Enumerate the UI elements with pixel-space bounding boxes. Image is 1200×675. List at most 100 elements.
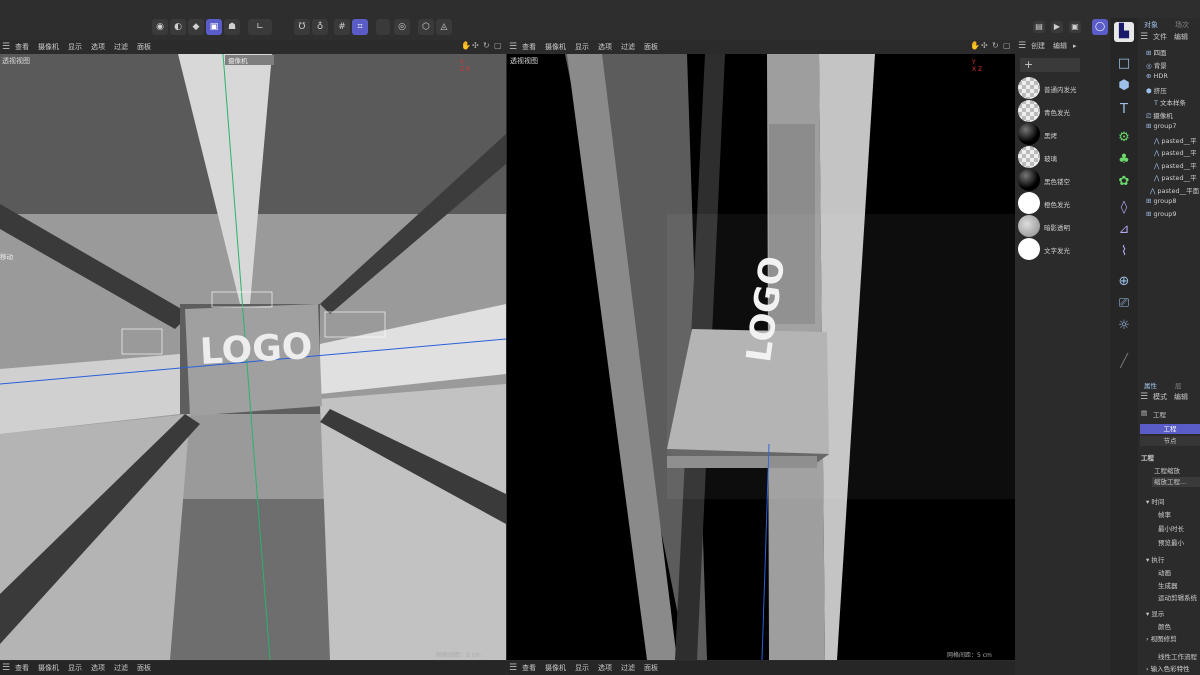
object-tree-item[interactable]: ⬢ 挤压	[1146, 85, 1167, 96]
hand-icon[interactable]: ✋	[461, 40, 471, 50]
material-item[interactable]: 橙色发光	[1018, 192, 1108, 214]
camera-icon[interactable]: ⎚	[1114, 294, 1134, 314]
menu-camera[interactable]: 摄像机	[545, 42, 566, 52]
menu-icon[interactable]: ☰	[2, 42, 12, 52]
menu-icon[interactable]: ☰	[1018, 41, 1028, 51]
menu-filter[interactable]: 过滤	[114, 42, 128, 52]
menu-edit[interactable]: 编辑	[1174, 392, 1188, 402]
time-section[interactable]: ▾ 时间	[1146, 496, 1164, 506]
object-tree-item[interactable]: ◎ 背景	[1146, 60, 1167, 71]
object-tree-item[interactable]: ⋀ pasted__平面	[1150, 185, 1199, 196]
object-tree-item[interactable]: ⋀ pasted__平	[1154, 160, 1197, 171]
bend-icon[interactable]: ⊿	[1114, 220, 1134, 240]
model-mode-icon[interactable]: ☗	[224, 19, 240, 35]
deformer-icon[interactable]: ◊	[1114, 198, 1134, 218]
rotate-icon[interactable]: ↻	[483, 40, 491, 50]
material-item[interactable]: 青色发光	[1018, 100, 1108, 122]
render-icon[interactable]: ▶	[1051, 21, 1063, 33]
execute-section[interactable]: ▾ 执行	[1146, 554, 1164, 564]
rotate-icon[interactable]: ↻	[992, 40, 1000, 50]
object-tree-item[interactable]: ⊞ 四面	[1146, 47, 1167, 58]
menu-camera[interactable]: 摄像机	[38, 663, 59, 673]
input-color-row[interactable]: › 输入色彩特性	[1146, 663, 1190, 673]
axis-icon[interactable]: ∟	[248, 19, 272, 35]
object-tree-item[interactable]: ⋀ pasted__平	[1154, 135, 1197, 146]
object-tree-item[interactable]: ⊞ group8	[1146, 197, 1177, 208]
menu-icon[interactable]: ☰	[509, 42, 519, 52]
effector-icon[interactable]: ✿	[1114, 172, 1134, 192]
pen-icon[interactable]: ╱	[1114, 352, 1134, 372]
cursor-icon[interactable]: ▙	[1114, 22, 1134, 42]
menu-display[interactable]: 显示	[68, 42, 82, 52]
object-mode-icon[interactable]: ▣	[206, 19, 222, 35]
menu-display[interactable]: 显示	[68, 663, 82, 673]
left-perspective-viewport[interactable]: 透视视图 摄像机 移动 LOGO YZ X 网格间距：5 cm	[0, 54, 506, 660]
tab-objects[interactable]: 对象	[1144, 20, 1158, 30]
globe-icon[interactable]: ⊕	[1114, 272, 1134, 292]
menu-icon[interactable]: ☰	[2, 663, 12, 673]
menu-panel[interactable]: 面板	[137, 663, 151, 673]
hex-icon[interactable]: ⬡	[418, 19, 434, 35]
menu-panel[interactable]: 面板	[137, 42, 151, 52]
text-icon[interactable]: T	[1114, 100, 1134, 120]
object-tree-item[interactable]: ⊕ HDR	[1146, 72, 1168, 83]
menu-edit[interactable]: 编辑	[1053, 41, 1067, 51]
menu-icon[interactable]: ☰	[1140, 32, 1150, 42]
magnet-icon[interactable]: Ʊ	[294, 19, 310, 35]
material-item[interactable]: 玻璃	[1018, 146, 1108, 168]
tab-nodes[interactable]: 节点	[1140, 436, 1200, 446]
object-tree-item[interactable]: ⊞ group9	[1146, 210, 1177, 221]
render-region-icon[interactable]: ◉	[152, 19, 168, 35]
object-tree-item[interactable]: ⋀ pasted__平	[1154, 172, 1197, 183]
tab-layers[interactable]: 层	[1175, 380, 1182, 390]
tab-attributes[interactable]: 属性	[1144, 380, 1157, 390]
material-item[interactable]: 暗影透明	[1018, 215, 1108, 237]
scale-project-button[interactable]: 缩放工程...	[1152, 477, 1200, 487]
grid-icon[interactable]: #	[334, 19, 350, 35]
menu-view[interactable]: 查看	[522, 663, 536, 673]
menu-filter[interactable]: 过滤	[621, 42, 635, 52]
menu-view[interactable]: 查看	[522, 42, 536, 52]
square-icon[interactable]: □	[1114, 54, 1134, 74]
menu-display[interactable]: 显示	[575, 663, 589, 673]
workplane-icon[interactable]: ⌗	[352, 19, 368, 35]
light-icon[interactable]: ☼	[1114, 316, 1134, 336]
clapper-icon[interactable]: ▤	[1033, 21, 1045, 33]
menu-mode[interactable]: 模式	[1153, 392, 1167, 402]
menu-camera[interactable]: 摄像机	[38, 42, 59, 52]
spline-deformer-icon[interactable]: ⌇	[1114, 242, 1134, 262]
menu-view[interactable]: 查看	[15, 42, 29, 52]
maximize-icon[interactable]: ▢	[494, 40, 502, 50]
object-tree-item[interactable]: T 文本样条	[1154, 97, 1186, 108]
menu-panel[interactable]: 面板	[644, 42, 658, 52]
cube-icon[interactable]: ⬢	[1114, 76, 1134, 96]
menu-camera[interactable]: 摄像机	[545, 663, 566, 673]
menu-edit[interactable]: 编辑	[1174, 32, 1188, 42]
add-material-button[interactable]: +	[1020, 58, 1080, 72]
menu-create[interactable]: 创建	[1031, 41, 1045, 51]
camera-label[interactable]: 摄像机	[225, 55, 274, 65]
render-settings-icon[interactable]: ◬	[436, 19, 452, 35]
tab-takes[interactable]: 场次	[1175, 20, 1189, 30]
object-tree-item[interactable]: ⊞ group7	[1146, 122, 1177, 133]
display-section[interactable]: ▾ 显示	[1146, 608, 1164, 618]
material-item[interactable]: 黑色镂空	[1018, 169, 1108, 191]
move-icon[interactable]: ✣	[472, 40, 480, 50]
tab-project[interactable]: 工程	[1140, 424, 1200, 434]
menu-icon[interactable]: ☰	[509, 663, 519, 673]
view-mode-icon[interactable]: ◎	[394, 19, 410, 35]
generator-icon[interactable]: ⚙	[1114, 128, 1134, 148]
menu-options[interactable]: 选项	[598, 663, 612, 673]
menu-options[interactable]: 选项	[91, 42, 105, 52]
menu-view[interactable]: 查看	[15, 663, 29, 673]
menu-options[interactable]: 选项	[598, 42, 612, 52]
maximize-icon[interactable]: ▢	[1003, 40, 1011, 50]
menu-options[interactable]: 选项	[91, 663, 105, 673]
menu-file[interactable]: 文件	[1153, 32, 1167, 42]
menu-filter[interactable]: 过滤	[621, 663, 635, 673]
layout-icon[interactable]: ◯	[1092, 19, 1108, 35]
menu-panel[interactable]: 面板	[644, 663, 658, 673]
menu-display[interactable]: 显示	[575, 42, 589, 52]
move-icon[interactable]: ✣	[981, 40, 989, 50]
hand-icon[interactable]: ✋	[970, 40, 980, 50]
